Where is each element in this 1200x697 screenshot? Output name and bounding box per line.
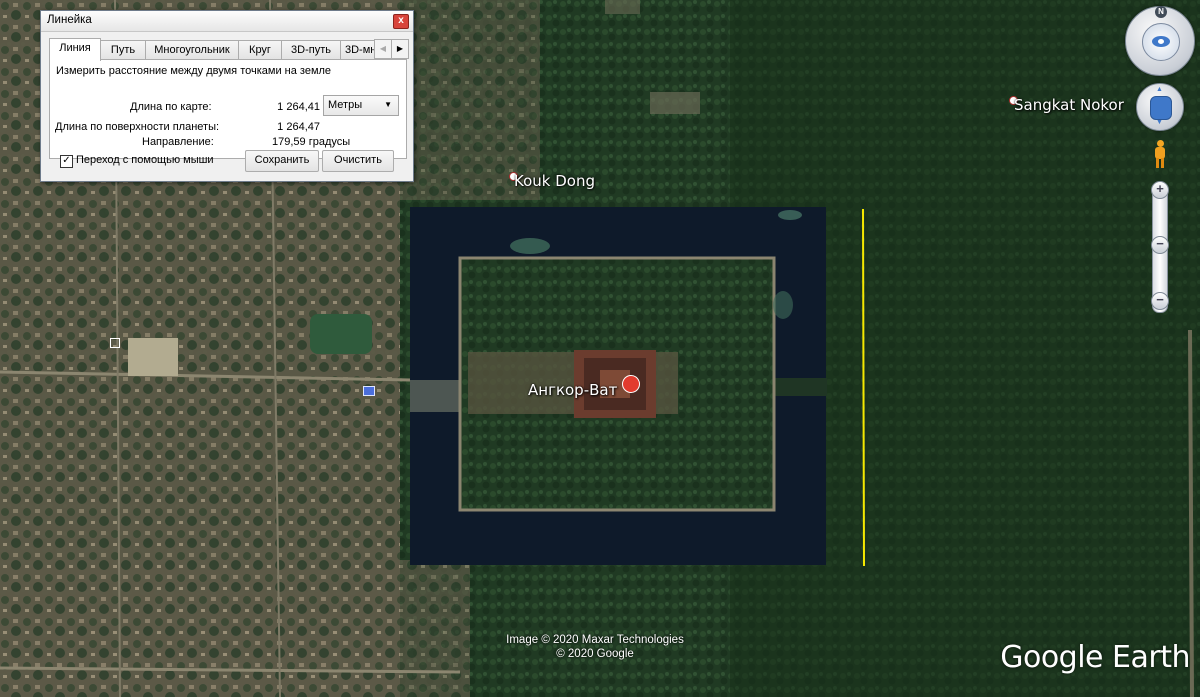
dialog-titlebar[interactable]: Линейка x [41,11,413,32]
zoom-in-button[interactable]: + [1151,181,1169,199]
pan-control[interactable]: ▲ ▼ [1136,83,1184,131]
mouse-nav-label: Переход с помощью мыши [76,154,214,166]
arrow-up-icon: ▲ [1156,86,1163,93]
look-joystick-icon[interactable] [1142,23,1180,61]
tab-circle[interactable]: Круг [238,40,282,60]
tab-polygon[interactable]: Многоугольник [145,40,239,60]
place-label-sangkat-nokor[interactable]: Sangkat Nokor [1014,96,1124,114]
compass-control[interactable]: N [1125,6,1195,76]
zoom-out-button[interactable]: − [1151,292,1169,310]
place-label-angkor-wat[interactable]: Ангкор-Ват [528,381,617,399]
surface-length-label: Длина по поверхности планеты: [55,121,220,133]
zoom-handle[interactable]: − [1151,236,1169,254]
mouse-nav-checkbox[interactable]: ✓ [60,155,73,168]
save-button[interactable]: Сохранить [245,150,319,172]
eye-pupil-icon [1158,39,1164,44]
units-select[interactable]: Метры ▼ [323,95,399,116]
heading-value: 179,59 градусы [272,136,351,148]
hand-icon [1150,96,1172,120]
panel-description: Измерить расстояние между двумя точками … [56,65,332,77]
measure-line [862,208,865,567]
tab-3d-path[interactable]: 3D-путь [281,40,341,60]
ruler-dialog: Линейка x Линия Путь Многоугольник Круг … [40,10,414,182]
arrow-down-icon: ▼ [1156,119,1163,126]
tab-path[interactable]: Путь [100,40,146,60]
chevron-down-icon: ▼ [384,100,392,109]
imagery-credit: Image © 2020 Maxar Technologies [506,634,684,646]
close-button[interactable]: x [393,14,409,29]
info-marker-icon[interactable] [363,386,375,396]
dialog-title: Линейка [47,14,92,26]
ruler-tabs: Линия Путь Многоугольник Круг 3D-путь 3D… [49,38,409,61]
map-length-label: Длина по карте: [130,101,212,113]
compass-north-label: N [1155,6,1167,18]
street-view-pegman-icon[interactable] [1154,140,1166,170]
line-panel: Измерить расстояние между двумя точками … [49,59,407,159]
map-length-value: 1 264,41 [277,101,320,113]
heading-label: Направление: [142,136,214,148]
tab-scroll-left-icon[interactable]: ◀ [374,39,392,59]
marker-icon[interactable] [110,338,120,348]
clear-button[interactable]: Очистить [322,150,394,172]
tab-scroll-right-icon[interactable]: ▶ [391,39,409,59]
surface-length-value: 1 264,47 [277,121,320,133]
place-label-kouk-dong[interactable]: Kouk Dong [514,172,595,190]
tab-scroll: ◀ ▶ [374,38,409,59]
google-credit: © 2020 Google [556,648,634,660]
units-select-value: Метры [328,99,363,111]
tab-line[interactable]: Линия [49,38,101,61]
landmark-icon[interactable] [622,375,640,393]
google-earth-logo: Google Earth [1000,640,1190,675]
